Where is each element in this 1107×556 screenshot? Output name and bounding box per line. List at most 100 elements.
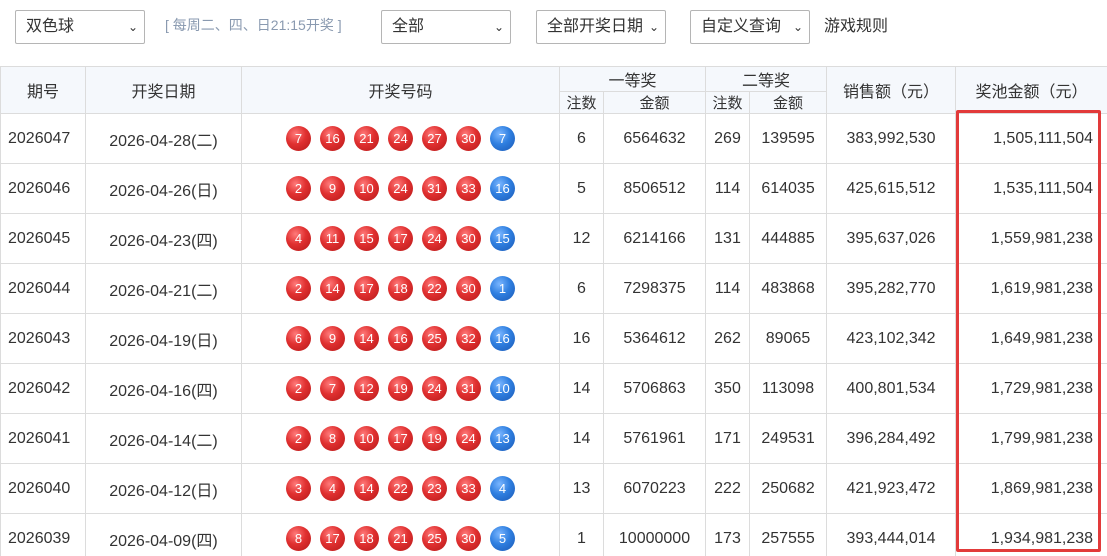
first-prize-amount-cell: 6214166 — [602, 213, 707, 264]
issue-cell: 2026040 — [0, 463, 86, 514]
red-ball-icon: 16 — [320, 126, 345, 151]
first-prize-count-cell: 6 — [559, 113, 604, 164]
balls-group: 2 8 10 17 19 24 13 — [243, 426, 559, 451]
numbers-cell: 2 8 10 17 19 24 13 — [241, 413, 560, 464]
first-prize-amount-cell: 6070223 — [602, 463, 707, 514]
red-ball-icon: 25 — [422, 326, 447, 351]
chevron-down-icon: ⌄ — [493, 20, 504, 34]
table-row: 2026043 2026-04-19(日) 6 9 14 16 25 32 16 16 536461… — [0, 313, 1107, 364]
pool-cell: 1,619,981,238 — [955, 263, 1107, 314]
red-ball-icon: 17 — [320, 526, 345, 551]
second-prize-count-cell: 114 — [705, 163, 751, 214]
sales-cell: 421,923,472 — [826, 463, 957, 514]
red-ball-icon: 21 — [388, 526, 413, 551]
red-ball-icon: 21 — [354, 126, 379, 151]
second-prize-amount-cell: 89065 — [749, 313, 828, 364]
second-prize-amount-cell: 444885 — [749, 213, 828, 264]
table-row: 2026047 2026-04-28(二) 7 16 21 24 27 30 7 6 6564632… — [0, 113, 1107, 164]
pool-cell: 1,535,111,504 — [955, 163, 1107, 214]
red-ball-icon: 33 — [456, 176, 481, 201]
table-row: 2026044 2026-04-21(二) 2 14 17 18 22 30 1 6 7298375… — [0, 263, 1107, 314]
red-ball-icon: 18 — [354, 526, 379, 551]
issue-cell: 2026046 — [0, 163, 86, 214]
red-ball-icon: 17 — [388, 226, 413, 251]
red-ball-icon: 19 — [388, 376, 413, 401]
red-ball-icon: 17 — [354, 276, 379, 301]
red-ball-icon: 2 — [286, 276, 311, 301]
numbers-cell: 3 4 14 22 23 33 4 — [241, 463, 560, 514]
first-prize-count-cell: 16 — [559, 313, 604, 364]
header-first-amount: 金额 — [602, 91, 707, 114]
red-ball-icon: 32 — [456, 326, 481, 351]
second-prize-amount-cell: 483868 — [749, 263, 828, 314]
issue-cell: 2026043 — [0, 313, 86, 364]
date-cell: 2026-04-19(日) — [85, 313, 242, 364]
balls-group: 8 17 18 21 25 30 5 — [243, 526, 559, 551]
table-row: 2026042 2026-04-16(四) 2 7 12 19 24 31 10 14 570686… — [0, 363, 1107, 414]
chevron-down-icon: ⌄ — [127, 20, 138, 34]
header-second-prize: 二等奖 — [705, 66, 828, 92]
date-cell: 2026-04-12(日) — [85, 463, 242, 514]
lottery-select[interactable]: 双色球 ⌄ — [15, 10, 145, 44]
blue-ball-icon: 16 — [490, 326, 515, 351]
balls-group: 3 4 14 22 23 33 4 — [243, 476, 559, 501]
red-ball-icon: 3 — [286, 476, 311, 501]
red-ball-icon: 11 — [320, 226, 345, 251]
second-prize-count-cell: 131 — [705, 213, 751, 264]
first-prize-amount-cell: 5706863 — [602, 363, 707, 414]
numbers-cell: 6 9 14 16 25 32 16 — [241, 313, 560, 364]
blue-ball-icon: 4 — [490, 476, 515, 501]
blue-ball-icon: 5 — [490, 526, 515, 551]
second-prize-count-cell: 350 — [705, 363, 751, 414]
sales-cell: 396,284,492 — [826, 413, 957, 464]
date-cell: 2026-04-09(四) — [85, 513, 242, 556]
red-ball-icon: 31 — [422, 176, 447, 201]
balls-group: 4 11 15 17 24 30 15 — [243, 226, 559, 251]
red-ball-icon: 7 — [320, 376, 345, 401]
red-ball-icon: 30 — [456, 126, 481, 151]
date-cell: 2026-04-21(二) — [85, 263, 242, 314]
scope-select[interactable]: 全部 ⌄ — [381, 10, 511, 44]
second-prize-count-cell: 222 — [705, 463, 751, 514]
balls-group: 7 16 21 24 27 30 7 — [243, 126, 559, 151]
red-ball-icon: 30 — [456, 226, 481, 251]
header-second-amount: 金额 — [749, 91, 828, 114]
first-prize-count-cell: 12 — [559, 213, 604, 264]
balls-group: 2 7 12 19 24 31 10 — [243, 376, 559, 401]
table-row: 2026041 2026-04-14(二) 2 8 10 17 19 24 13 14 576196… — [0, 413, 1107, 464]
second-prize-count-cell: 171 — [705, 413, 751, 464]
header-sales: 销售额（元） — [826, 66, 957, 114]
chevron-down-icon: ⌄ — [648, 20, 659, 34]
numbers-cell: 2 9 10 24 31 33 16 — [241, 163, 560, 214]
custom-query-select[interactable]: 自定义查询 ⌄ — [690, 10, 810, 44]
table-row: 2026039 2026-04-09(四) 8 17 18 21 25 30 5 1 1000000… — [0, 513, 1107, 556]
numbers-cell: 4 11 15 17 24 30 15 — [241, 213, 560, 264]
date-select[interactable]: 全部开奖日期 ⌄ — [536, 10, 666, 44]
red-ball-icon: 6 — [286, 326, 311, 351]
red-ball-icon: 19 — [422, 426, 447, 451]
second-prize-count-cell: 173 — [705, 513, 751, 556]
red-ball-icon: 25 — [422, 526, 447, 551]
game-rules-link[interactable]: 游戏规则 — [824, 16, 888, 38]
second-prize-amount-cell: 139595 — [749, 113, 828, 164]
table-row: 2026045 2026-04-23(四) 4 11 15 17 24 30 15 12 62141… — [0, 213, 1107, 264]
pool-cell: 1,799,981,238 — [955, 413, 1107, 464]
red-ball-icon: 17 — [388, 426, 413, 451]
header-date: 开奖日期 — [85, 66, 242, 114]
blue-ball-icon: 16 — [490, 176, 515, 201]
balls-group: 2 14 17 18 22 30 1 — [243, 276, 559, 301]
red-ball-icon: 2 — [286, 426, 311, 451]
numbers-cell: 2 7 12 19 24 31 10 — [241, 363, 560, 414]
first-prize-amount-cell: 5761961 — [602, 413, 707, 464]
first-prize-amount-cell: 10000000 — [602, 513, 707, 556]
results-table-container[interactable]: 期号 开奖日期 开奖号码 一等奖 二等奖 销售额（元） 奖池金额（元） 注数 金… — [0, 66, 1107, 556]
results-table-body: 2026047 2026-04-28(二) 7 16 21 24 27 30 7 6 6564632… — [0, 113, 1107, 556]
red-ball-icon: 33 — [456, 476, 481, 501]
sales-cell: 383,992,530 — [826, 113, 957, 164]
balls-group: 6 9 14 16 25 32 16 — [243, 326, 559, 351]
lottery-select-value: 双色球 — [26, 18, 75, 35]
header-issue: 期号 — [0, 66, 86, 114]
date-cell: 2026-04-23(四) — [85, 213, 242, 264]
date-cell: 2026-04-28(二) — [85, 113, 242, 164]
header-first-count: 注数 — [559, 91, 604, 114]
